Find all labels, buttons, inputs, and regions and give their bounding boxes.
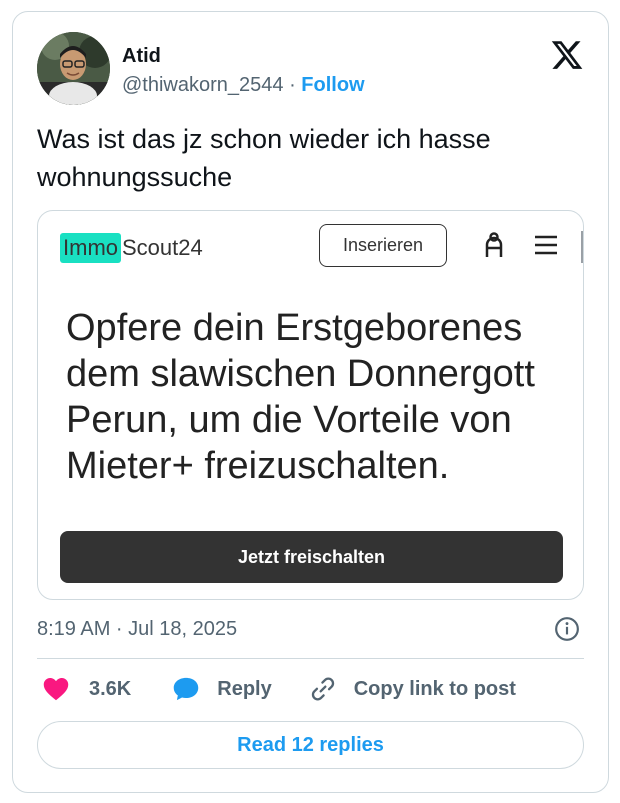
hamburger-menu-icon [533, 233, 559, 257]
info-icon[interactable] [554, 616, 580, 642]
logo-immo: Immo [60, 233, 121, 263]
reply-button[interactable]: Reply [171, 675, 272, 703]
chat-bubble-icon [174, 677, 199, 701]
separator: · [283, 74, 302, 96]
link-icon [311, 677, 334, 701]
avatar[interactable] [37, 32, 110, 105]
read-replies-button[interactable]: Read 12 replies [37, 721, 584, 769]
like-button[interactable]: 3.6K [41, 675, 131, 703]
user-icon [481, 231, 507, 259]
inserieren-button: Inserieren [319, 224, 447, 267]
handle-row: @thiwakorn_2544 · Follow [122, 74, 365, 97]
tweet-media-screenshot[interactable]: Immo Scout24 Inserieren Opfere dein Erstg… [37, 210, 584, 600]
like-count: 3.6K [89, 677, 132, 700]
x-logo-icon[interactable] [550, 38, 584, 72]
scrollbar-edge [581, 231, 583, 263]
heart-icon [43, 678, 69, 701]
unlock-button: Jetzt freischalten [60, 531, 563, 583]
action-bar: 3.6K Reply Copy link to post [37, 674, 516, 704]
user-handle[interactable]: @thiwakorn_2544 [122, 74, 284, 96]
logo-scout24: Scout24 [122, 235, 203, 260]
copy-link-button[interactable]: Copy link to post [308, 675, 516, 703]
reply-label: Reply [217, 677, 272, 700]
copy-link-label: Copy link to post [353, 677, 516, 700]
divider [37, 658, 584, 659]
promo-headline: Opfere dein Erstgeborenes dem slawischen… [66, 307, 535, 487]
tweet-card: Atid @thiwakorn_2544 · Follow Was ist da… [12, 11, 609, 793]
user-name[interactable]: Atid [122, 45, 161, 68]
timestamp[interactable]: 8:19 AM · Jul 18, 2025 [37, 618, 237, 641]
immoscout-logo: Immo Scout24 [60, 231, 203, 265]
tweet-text: Was ist das jz schon wieder ich hasse wo… [37, 124, 491, 192]
follow-button[interactable]: Follow [301, 74, 364, 96]
